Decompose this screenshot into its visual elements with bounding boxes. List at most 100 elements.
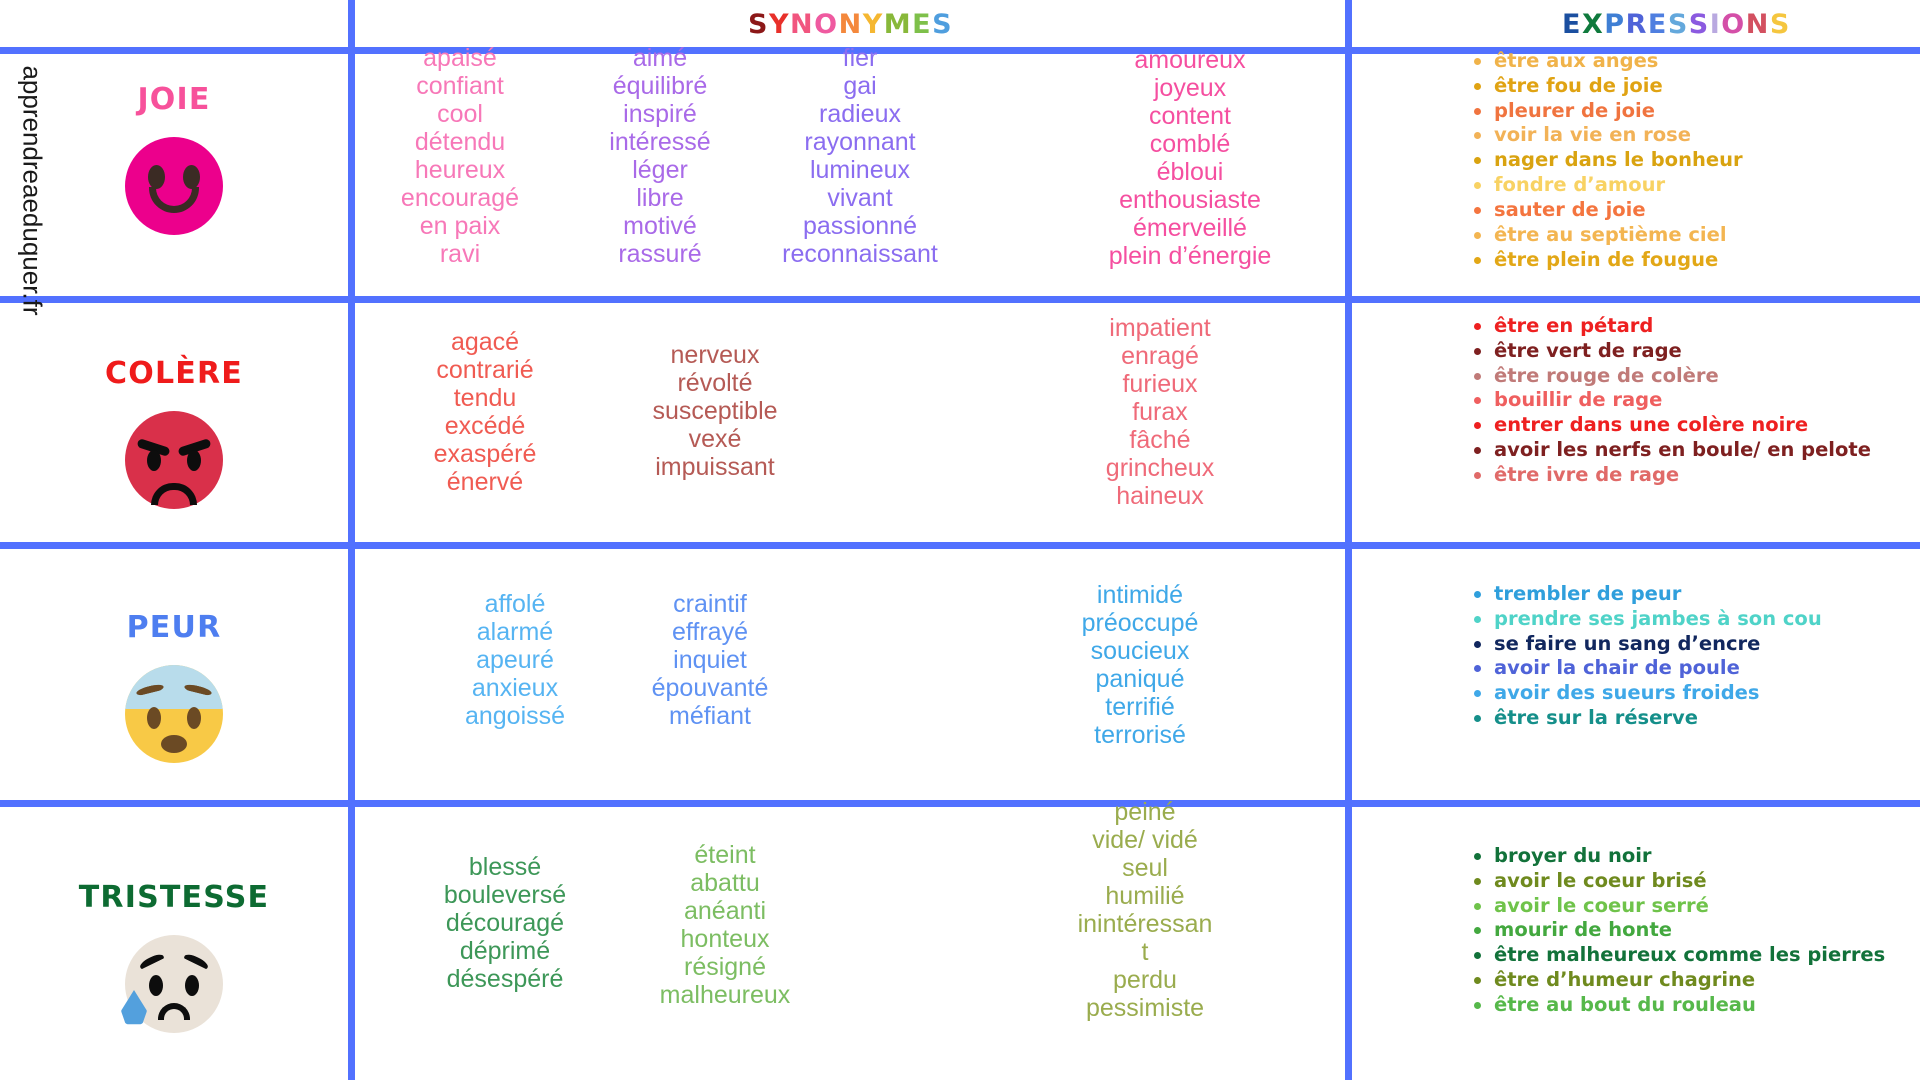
title-letter: S (1667, 9, 1689, 40)
synonym-word: apeuré (476, 646, 554, 674)
grid-line-row3 (0, 800, 1920, 807)
synonym-word: méfiant (669, 702, 751, 730)
synonym-word: paniqué (1095, 665, 1185, 693)
synonym-word: furax (1132, 398, 1188, 426)
expression-item: être sur la réserve (1468, 707, 1908, 729)
grid-line-col-synonymes (348, 0, 355, 1080)
synonym-word: comblé (1149, 130, 1231, 158)
synonym-word: craintif (673, 590, 747, 618)
expression-item: entrer dans une colère noire (1468, 414, 1908, 436)
synonym-word: épouvanté (651, 674, 769, 702)
synonym-word: impatient (1109, 314, 1211, 342)
title-letter: Y (768, 9, 791, 40)
expression-item: sauter de joie (1468, 199, 1908, 221)
synonym-word: agacé (450, 328, 520, 356)
synonym-word: intéressé (609, 128, 711, 156)
synonym-word: désespéré (446, 965, 564, 993)
synonym-word: blessé (468, 853, 542, 881)
fearful-face-icon (125, 665, 223, 763)
synonym-word: plein d’énergie (1108, 242, 1272, 270)
synonym-word: enthousiaste (1119, 186, 1261, 214)
title-letter: E (1647, 9, 1668, 40)
expressions-header: EXPRESSIONS (1562, 9, 1791, 40)
synonym-word: terrorisé (1094, 721, 1186, 749)
expression-item: être d’humeur chagrine (1468, 969, 1908, 991)
emotion-label: TRISTESSE (78, 880, 270, 915)
title-letter: O (814, 9, 839, 40)
title-letter: S (1688, 9, 1710, 40)
synonym-word: encouragé (400, 184, 520, 212)
synonym-column: peiné vide/ vidé seul humilié inintéressan t p… (1040, 800, 1250, 1024)
synonym-word: radieux (819, 100, 901, 128)
synonym-word: soucieux (1090, 637, 1190, 665)
synonym-column: nerveux révolté susceptible vexé impuissant (625, 343, 805, 483)
emotion-cell-tristesse: TRISTESSE (0, 880, 348, 1033)
synonym-word: anéanti (683, 897, 767, 925)
synonym-word: préoccupé (1081, 609, 1199, 637)
synonym-word: haineux (1116, 482, 1204, 510)
expression-item: avoir le coeur brisé (1468, 869, 1908, 892)
angry-face-icon (125, 411, 223, 509)
emotion-vocabulary-table: SYNONYMES EXPRESSIONS apprendreaeduquer.… (0, 0, 1920, 1080)
synonym-column: affolé alarmé apeuré anxieux angoissé (425, 592, 605, 732)
title-letter: R (1625, 9, 1648, 40)
expression-item: prendre ses jambes à son cou (1468, 607, 1908, 630)
title-letter: N (838, 9, 863, 40)
synonym-word: passionné (803, 212, 917, 240)
synonym-word: libre (636, 184, 684, 212)
synonym-word: humilié (1105, 882, 1185, 910)
synonym-word: nerveux (670, 341, 760, 369)
expression-item: être en pétard (1468, 315, 1908, 337)
synonym-column: éteint abattu anéanti honteux résigné malheur… (630, 843, 820, 1011)
synonym-word: confiant (416, 72, 504, 100)
synonym-word: seul (1122, 854, 1168, 882)
table-header: SYNONYMES EXPRESSIONS (0, 0, 1920, 55)
synonym-word: ravi (439, 240, 481, 268)
synonym-column: craintif effrayé inquiet épouvanté méfiant (620, 592, 800, 732)
synonym-word: enragé (1121, 342, 1199, 370)
synonym-column: apaisé confiant cool détendu heureux encourag… (360, 46, 560, 270)
synonym-word: content (1148, 102, 1231, 130)
synonym-word: déprimé (459, 937, 551, 965)
title-letter: N (1745, 9, 1770, 40)
synonym-word: cool (437, 100, 483, 128)
synonym-word: vide/ vidé (1092, 826, 1198, 854)
title-letter: S (1769, 9, 1791, 40)
title-letter: M (883, 9, 913, 40)
synonym-word: lumineux (809, 156, 911, 184)
synonym-column: intimidé préoccupé soucieux paniqué terrifié… (1030, 583, 1250, 751)
expression-item: avoir le coeur serré (1468, 894, 1908, 917)
synonym-word: détendu (414, 128, 506, 156)
expression-item: avoir la chair de poule (1468, 657, 1908, 679)
expression-item: fondre d’amour (1468, 174, 1908, 196)
synonym-word: inquiet (673, 646, 747, 674)
expressions-list: broyer du noir avoir le coeur brisé avoir … (1468, 845, 1908, 1019)
synonym-word: émerveillé (1133, 214, 1247, 242)
synonym-word: bouleversé (443, 881, 567, 909)
synonym-word: inintéressan (1077, 910, 1213, 938)
emotion-cell-colère: COLÈRE (0, 356, 348, 509)
synonym-word: joyeux (1153, 74, 1227, 102)
synonym-word: éteint (694, 841, 756, 869)
synonym-word: découragé (445, 909, 565, 937)
crying-face-icon (121, 935, 223, 1033)
synonym-word: exaspéré (433, 440, 537, 468)
synonym-word: rassuré (618, 240, 702, 268)
grid-line-col-expressions (1345, 0, 1352, 1080)
expression-item: nager dans le bonheur (1468, 149, 1908, 171)
synonym-word: heureux (414, 156, 506, 184)
synonym-word: angoissé (464, 702, 566, 730)
expressions-list: trembler de peur prendre ses jambes à son… (1468, 583, 1908, 732)
emotion-label: COLÈRE (105, 356, 243, 391)
title-letter: O (1721, 9, 1746, 40)
emotion-label: JOIE (137, 82, 211, 117)
expression-item: être ivre de rage (1468, 464, 1908, 486)
expression-item: être vert de rage (1468, 339, 1908, 362)
synonym-column: blessé bouleversé découragé déprimé désespér… (410, 855, 600, 995)
expression-item: être au septième ciel (1468, 223, 1908, 246)
title-letter: N (790, 9, 815, 40)
synonym-word: furieux (1122, 370, 1198, 398)
expression-item: pleurer de joie (1468, 99, 1908, 122)
emotion-label: PEUR (126, 610, 222, 645)
synonym-word: contrarié (436, 356, 534, 384)
